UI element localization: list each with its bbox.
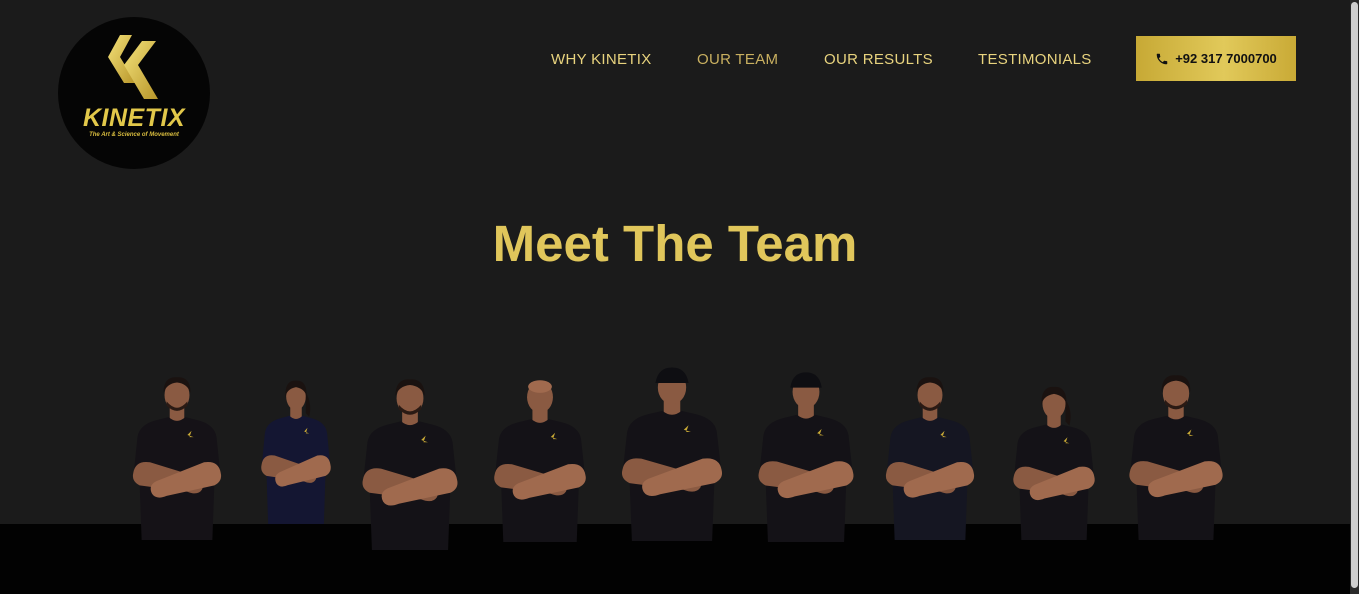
team-member-photo [1121, 370, 1231, 540]
team-member-photo [354, 374, 466, 550]
team-member-photo [255, 376, 337, 524]
team-member-photo [125, 372, 229, 540]
team-member-photo [878, 372, 982, 540]
team-member-photo [1006, 382, 1102, 540]
team-member-photo [750, 368, 862, 542]
team-photo-row [0, 0, 1350, 594]
page: KINETIX The Art & Science of Movement WH… [0, 0, 1359, 594]
team-member-photo [486, 374, 594, 542]
scrollbar-thumb[interactable] [1351, 2, 1358, 588]
scrollbar-track[interactable] [1350, 0, 1359, 594]
team-member-photo [613, 363, 731, 541]
